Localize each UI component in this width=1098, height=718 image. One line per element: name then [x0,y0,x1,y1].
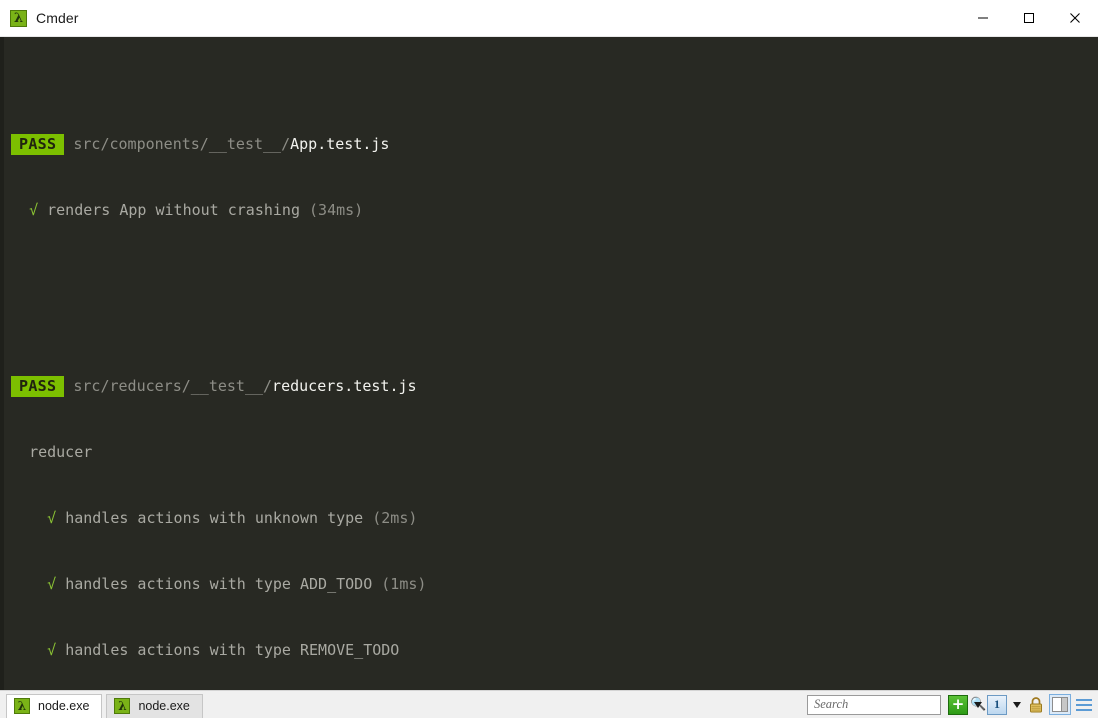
test-row: √ renders App without crashing (34ms) [11,199,1098,221]
window-index-button[interactable]: 1 [987,694,1007,715]
suite-path-file: reducers.test.js [272,377,417,395]
check-icon: √ [47,575,57,593]
check-icon: √ [29,201,39,219]
chevron-down-icon [1012,701,1021,708]
maximize-button[interactable] [1006,0,1052,36]
suite-header-row: PASS src/components/__test__/App.test.js [11,133,1098,155]
check-icon: √ [47,509,57,527]
chevron-down-icon [973,701,982,708]
status-bar-tools: 🔍 + 1 [807,694,1094,715]
new-console-button[interactable]: + [948,694,968,715]
cmder-window: λ Cmder PASS src/components/__test__/App… [0,0,1098,718]
window-index-icon: 1 [994,697,1000,711]
console-tab-label: node.exe [138,699,190,713]
check-icon: √ [47,641,57,659]
minimize-button[interactable] [960,0,1006,36]
test-duration: (1ms) [381,575,427,593]
terminal-viewport[interactable]: PASS src/components/__test__/App.test.js… [0,37,1098,690]
minimize-icon [978,17,988,19]
terminal-output: PASS src/components/__test__/App.test.js… [4,37,1098,690]
toggle-panel-button[interactable] [1049,694,1071,715]
main-menu-button[interactable] [1074,695,1094,715]
lambda-icon: λ [10,9,27,27]
test-duration: (34ms) [309,201,364,219]
lambda-icon: λ [14,698,30,714]
status-badge-pass: PASS [11,376,65,397]
describe-row: reducer [11,441,1098,463]
close-button[interactable] [1052,0,1098,36]
window-controls [960,0,1098,36]
window-index-dropdown[interactable] [1011,695,1022,715]
test-name: handles actions with type ADD_TODO [65,575,373,593]
lock-icon [1030,696,1042,712]
console-tab-label: node.exe [38,699,90,713]
suite-path-file: App.test.js [290,135,390,153]
window-title: Cmder [36,10,79,26]
test-name: handles actions with unknown type [65,509,364,527]
console-tab-2[interactable]: λ node.exe [106,693,203,718]
plus-icon: + [951,695,965,713]
suite-path-dir: src/reducers/__test__/ [73,377,273,395]
lock-button[interactable] [1026,695,1046,715]
lambda-icon: λ [114,698,131,714]
toggle-panel-icon [1052,697,1068,712]
test-duration: (2ms) [372,509,418,527]
test-row: √ handles actions with unknown type (2ms… [11,507,1098,529]
hamburger-menu-icon [1076,708,1092,711]
titlebar-left-group: λ Cmder [0,9,79,27]
hamburger-menu-icon [1076,703,1092,706]
panel-right-region [1061,698,1067,711]
describe-label: reducer [29,443,93,461]
status-bar: λ node.exe λ node.exe 🔍 + 1 [0,690,1098,718]
suite-header-row: PASS src/reducers/__test__/reducers.test… [11,375,1098,397]
console-tab-1[interactable]: λ node.exe [6,693,103,718]
test-row: √ handles actions with type ADD_TODO (1m… [11,573,1098,595]
hamburger-menu-icon [1076,698,1092,701]
test-name: renders App without crashing [47,201,300,219]
new-console-dropdown[interactable] [972,695,983,715]
close-icon [1070,13,1080,23]
window-titlebar: λ Cmder [0,0,1098,37]
search-box[interactable]: 🔍 [807,694,986,715]
status-badge-pass: PASS [11,134,65,155]
search-input[interactable] [814,697,970,712]
test-row: √ handles actions with type REMOVE_TODO [11,639,1098,661]
test-name: handles actions with type REMOVE_TODO [65,641,400,659]
panel-left-region [1053,698,1061,711]
suite-path-dir: src/components/__test__/ [73,135,291,153]
maximize-icon [1024,13,1034,23]
